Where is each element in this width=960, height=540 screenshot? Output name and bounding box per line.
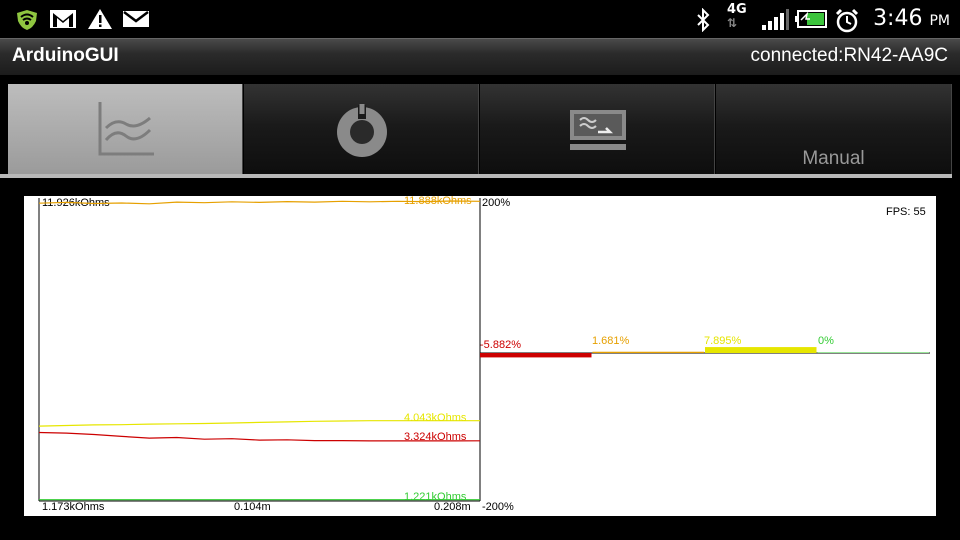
bar-value-label: -5.882% — [480, 339, 521, 351]
line-series-group — [38, 200, 481, 501]
shield-icon — [17, 10, 37, 30]
series-value-label: 4.043kOhms — [404, 412, 467, 424]
title-bar: ArduinoGUI connected:RN42-AA9C — [0, 38, 960, 75]
tab-indicator-bar — [0, 174, 952, 178]
clock-time: 3:46 — [873, 6, 923, 31]
bar-chart-y-min-label: -200% — [482, 501, 514, 513]
clock: 3:46 PM — [873, 6, 950, 31]
gmail-icon — [50, 10, 76, 28]
line-value-labels: 11.888kOhms 4.043kOhms 3.324kOhms 1.221k… — [404, 195, 472, 503]
battery-icon — [795, 10, 827, 28]
plot-area: 11.926kOhms 1.173kOhms 0.104m 0.208m 11.… — [24, 195, 936, 516]
bar-1 — [592, 351, 704, 353]
bar-series-group — [480, 347, 929, 358]
bar-value-label: 0% — [818, 335, 834, 347]
tab-bar: Manual — [8, 84, 952, 178]
signal-icon — [762, 9, 789, 30]
terminal-icon — [570, 110, 626, 150]
warning-icon — [88, 9, 112, 29]
bar-value-label: 1.681% — [592, 335, 630, 347]
bluetooth-icon — [697, 8, 710, 32]
tab-terminal[interactable] — [480, 84, 715, 176]
bar-2 — [705, 347, 817, 353]
status-bar: 4G ⇅ 3:46 PM — [0, 0, 960, 38]
connection-status: connected:RN42-AA9C — [750, 45, 949, 66]
series-value-label: 11.888kOhms — [404, 196, 472, 207]
tab-manual-label: Manual — [802, 148, 865, 169]
plot-canvas: 11.926kOhms 1.173kOhms 0.104m 0.208m 11.… — [38, 195, 930, 513]
tab-settings[interactable] — [244, 84, 479, 176]
tab-graph[interactable] — [8, 84, 243, 176]
app-title: ArduinoGUI — [12, 45, 119, 66]
series-value-label: 1.221kOhms — [404, 491, 467, 503]
clock-ampm: PM — [929, 13, 950, 29]
bar-value-label: 7.895% — [704, 335, 742, 347]
bar-chart-y-max-label: 200% — [482, 197, 510, 209]
line-chart-y-min-label: 1.173kOhms — [42, 501, 105, 513]
gear-knob-icon — [337, 104, 387, 157]
series-value-label: 3.324kOhms — [404, 431, 467, 443]
bar-0 — [480, 353, 592, 358]
alarm-icon — [835, 8, 859, 33]
fps-counter: FPS: 55 — [886, 206, 926, 218]
line-chart-icon — [98, 102, 154, 156]
bar-3 — [817, 352, 929, 353]
tab-manual[interactable]: Manual — [716, 84, 952, 176]
mail-icon — [123, 11, 149, 27]
line-chart-x-tick-1: 0.104m — [234, 501, 271, 513]
network-4g-icon: 4G ⇅ — [727, 2, 747, 30]
